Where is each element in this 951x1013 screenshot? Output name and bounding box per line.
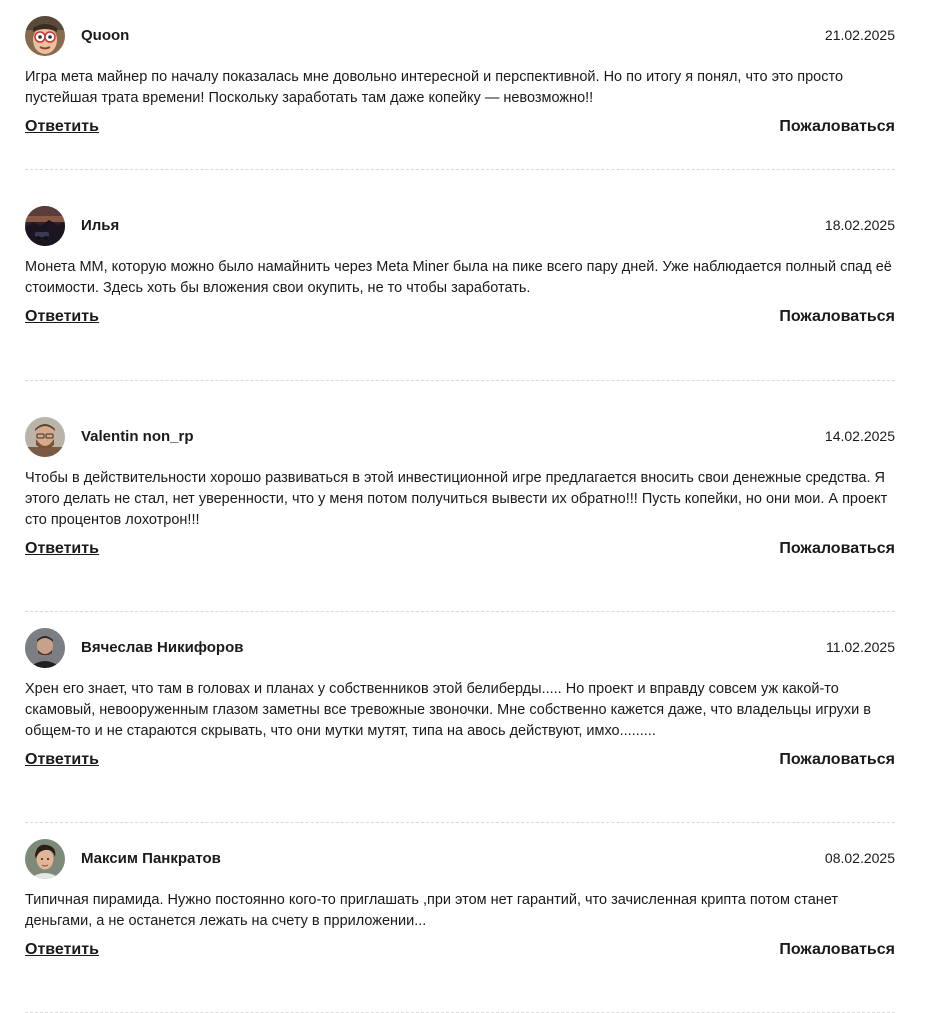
author-name: Quoon	[81, 27, 130, 44]
comment-header: Илья 18.02.2025	[25, 206, 895, 246]
comment-text: Игра мета майнер по началу показалась мн…	[25, 69, 844, 106]
comment-item: Quoon 21.02.2025 Игра мета майнер по нач…	[25, 0, 895, 170]
comment-header: Quoon 21.02.2025	[25, 16, 895, 56]
comment-item: Вячеслав Никифоров 11.02.2025 Хрен его з…	[25, 612, 895, 823]
avatar-bearded-man-icon	[25, 417, 65, 457]
avatar-dark-landscape-icon	[25, 206, 65, 246]
reply-link[interactable]: Ответить	[25, 751, 99, 769]
author-name: Valentin non_rp	[81, 428, 194, 445]
report-button[interactable]: Пожаловаться	[779, 308, 895, 326]
comment-actions: Ответить Пожаловаться	[25, 941, 895, 963]
comment-text: Типичная пирамида. Нужно постоянно кого-…	[25, 892, 838, 929]
comment-item: Valentin non_rp 14.02.2025 Чтобы в дейст…	[25, 401, 895, 612]
report-button[interactable]: Пожаловаться	[779, 751, 895, 769]
comment-date: 21.02.2025	[824, 27, 895, 43]
comment-date: 08.02.2025	[824, 850, 895, 866]
reply-link[interactable]: Ответить	[25, 540, 99, 558]
avatar-man-dark-shirt-icon	[25, 628, 65, 668]
report-button[interactable]: Пожаловаться	[779, 118, 895, 136]
comment-header: Вячеслав Никифоров 11.02.2025	[25, 628, 895, 668]
report-button[interactable]: Пожаловаться	[779, 540, 895, 558]
comment-text: Хрен его знает, что там в головах и план…	[25, 681, 871, 739]
comment-header: Valentin non_rp 14.02.2025	[25, 417, 895, 457]
comment-actions: Ответить Пожаловаться	[25, 751, 895, 773]
comment-actions: Ответить Пожаловаться	[25, 540, 895, 562]
comment-header: Максим Панкратов 08.02.2025	[25, 839, 895, 879]
comment-date: 11.02.2025	[825, 639, 895, 655]
avatar-glasses-person-icon	[25, 16, 65, 56]
comment-text: Монета ММ, которую можно было намайнить …	[25, 259, 892, 296]
author-name: Максим Панкратов	[81, 850, 221, 867]
report-button[interactable]: Пожаловаться	[779, 941, 895, 959]
author-name: Вячеслав Никифоров	[81, 639, 244, 656]
comment-item: Максим Панкратов 08.02.2025 Типичная пир…	[25, 823, 895, 1013]
avatar-young-man-icon	[25, 839, 65, 879]
comment-date: 18.02.2025	[824, 217, 895, 233]
author-name: Илья	[81, 217, 120, 234]
comment-actions: Ответить Пожаловаться	[25, 118, 895, 140]
comment-text: Чтобы в действительности хорошо развиват…	[25, 470, 888, 528]
comment-actions: Ответить Пожаловаться	[25, 308, 895, 330]
comment-date: 14.02.2025	[824, 428, 895, 444]
reply-link[interactable]: Ответить	[25, 308, 99, 326]
reply-link[interactable]: Ответить	[25, 941, 99, 959]
comment-item: Илья 18.02.2025 Монета ММ, которую можно…	[25, 190, 895, 381]
comments-list: Quoon 21.02.2025 Игра мета майнер по нач…	[25, 0, 895, 1013]
reply-link[interactable]: Ответить	[25, 118, 99, 136]
